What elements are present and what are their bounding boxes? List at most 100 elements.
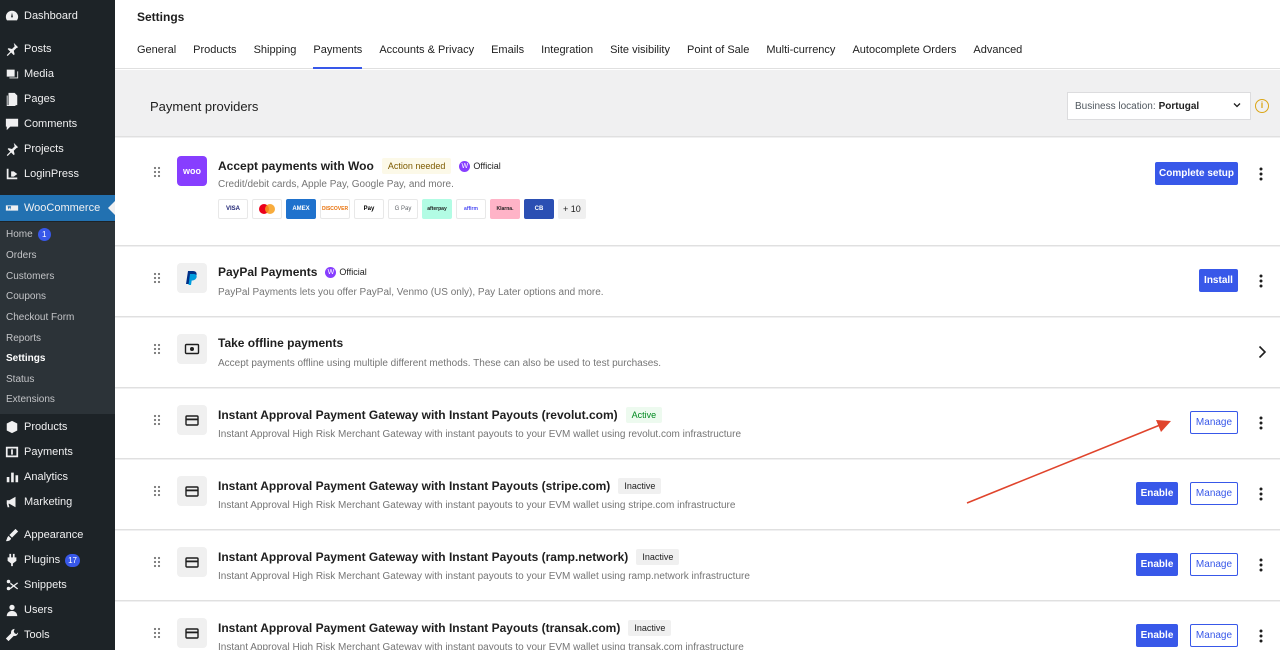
drag-handle-icon[interactable] [152, 166, 162, 178]
snippets-icon [5, 578, 19, 592]
tab-accounts-privacy[interactable]: Accounts & Privacy [379, 44, 474, 69]
credit-card-icon [177, 476, 207, 506]
tab-products[interactable]: Products [193, 44, 236, 69]
status-badge: Inactive [636, 549, 680, 565]
sidebar-item-dashboard[interactable]: Dashboard [0, 5, 115, 27]
providers-header: Payment providers Business location: Por… [115, 70, 1280, 137]
dashboard-icon [5, 9, 19, 23]
provider-row-offline[interactable]: Take offline payments Accept payments of… [115, 318, 1280, 388]
pin-icon [5, 42, 19, 56]
business-location-select[interactable]: Business location: Portugal [1067, 92, 1251, 120]
more-options-icon[interactable] [1256, 557, 1266, 573]
sidebar-item-label: Payments [24, 446, 73, 458]
submenu-item-customers[interactable]: Customers [6, 271, 54, 282]
sidebar-item-users[interactable]: Users [0, 599, 115, 621]
drag-handle-icon[interactable] [152, 272, 162, 284]
sidebar-item-woocommerce[interactable]: WooCommerce [0, 195, 115, 221]
section-title: Payment providers [150, 99, 259, 114]
sidebar-item-label: Users [24, 604, 53, 616]
sidebar-item-analytics[interactable]: Analytics [0, 466, 115, 488]
enable-button[interactable]: Enable [1136, 482, 1178, 505]
sidebar-item-posts[interactable]: Posts [0, 38, 115, 60]
visa-icon: VISA [218, 199, 248, 219]
users-icon [5, 603, 19, 617]
submenu-item-coupons[interactable]: Coupons [6, 291, 46, 302]
sidebar-item-label: Snippets [24, 579, 67, 591]
sidebar-item-tools[interactable]: Tools [0, 624, 115, 646]
provider-name-row: Instant Approval Payment Gateway with In… [218, 549, 680, 565]
tab-point-of-sale[interactable]: Point of Sale [687, 44, 749, 69]
install-button[interactable]: Install [1199, 269, 1238, 292]
tab-emails[interactable]: Emails [491, 44, 524, 69]
drag-handle-icon[interactable] [152, 414, 162, 426]
complete-setup-button[interactable]: Complete setup [1155, 162, 1238, 185]
tab-payments[interactable]: Payments [313, 44, 362, 69]
provider-row-stripe: Instant Approval Payment Gateway with In… [115, 460, 1280, 530]
submenu-item-extensions[interactable]: Extensions [6, 394, 55, 405]
sidebar-item-media[interactable]: Media [0, 63, 115, 85]
more-options-icon[interactable] [1256, 415, 1266, 431]
submenu-item-status[interactable]: Status [6, 374, 34, 385]
provider-description: Accept payments offline using multiple d… [218, 358, 662, 369]
provider-name: Instant Approval Payment Gateway with In… [218, 550, 629, 564]
sidebar-item-snippets[interactable]: Snippets [0, 574, 115, 596]
comments-icon [5, 117, 19, 131]
more-options-icon[interactable] [1256, 166, 1266, 182]
sidebar-item-appearance[interactable]: Appearance [0, 524, 115, 546]
manage-button[interactable]: Manage [1190, 624, 1238, 647]
provider-name: Accept payments with Woo [218, 159, 374, 173]
sidebar-item-label: Media [24, 68, 54, 80]
submenu-item-reports[interactable]: Reports [6, 333, 41, 344]
sidebar-item-loginpress[interactable]: LoginPress [0, 163, 115, 185]
drag-handle-icon[interactable] [152, 485, 162, 497]
settings-header: Settings General Products Shipping Payme… [115, 0, 1280, 69]
submenu-item-checkout-form[interactable]: Checkout Form [6, 312, 74, 323]
more-options-icon[interactable] [1256, 486, 1266, 502]
tab-autocomplete-orders[interactable]: Autocomplete Orders [852, 44, 956, 69]
provider-row-ramp-network: Instant Approval Payment Gateway with In… [115, 531, 1280, 601]
sidebar-item-comments[interactable]: Comments [0, 113, 115, 135]
more-options-icon[interactable] [1256, 628, 1266, 644]
woo-official-icon: W [325, 266, 337, 278]
sidebar-item-plugins[interactable]: Plugins 17 [0, 549, 115, 571]
manage-button[interactable]: Manage [1190, 553, 1238, 576]
sidebar-item-marketing[interactable]: Marketing [0, 491, 115, 513]
official-label: Official [473, 161, 501, 171]
sidebar-item-label: LoginPress [24, 168, 80, 180]
sidebar-item-projects[interactable]: Projects [0, 138, 115, 160]
sidebar-item-pages[interactable]: Pages [0, 88, 115, 110]
drag-handle-icon[interactable] [152, 627, 162, 639]
affirm-icon: affirm [456, 199, 486, 219]
enable-button[interactable]: Enable [1136, 553, 1178, 576]
woo-official-icon: W [459, 160, 471, 172]
enable-button[interactable]: Enable [1136, 624, 1178, 647]
count-badge: 17 [65, 553, 80, 567]
provider-description: Credit/debit cards, Apple Pay, Google Pa… [218, 179, 454, 190]
sidebar-item-label: Marketing [24, 496, 73, 508]
tab-advanced[interactable]: Advanced [973, 44, 1022, 69]
manage-button[interactable]: Manage [1190, 482, 1238, 505]
drag-handle-icon[interactable] [152, 343, 162, 355]
drag-handle-icon[interactable] [152, 556, 162, 568]
cartes-bancaires-icon: CB [524, 199, 554, 219]
location-label: Business location: [1075, 100, 1156, 112]
tab-site-visibility[interactable]: Site visibility [610, 44, 670, 69]
count-badge: 1 [37, 228, 51, 241]
submenu-item-orders[interactable]: Orders [6, 250, 37, 261]
sidebar-item-payments[interactable]: Payments [0, 441, 115, 463]
submenu-item-home[interactable]: Home 1 [6, 228, 51, 241]
manage-button[interactable]: Manage [1190, 411, 1238, 434]
sidebar-item-products[interactable]: Products [0, 416, 115, 438]
google-pay-icon: G Pay [388, 199, 418, 219]
submenu-item-settings[interactable]: Settings [6, 353, 45, 364]
tab-general[interactable]: General [137, 44, 176, 69]
provider-row-paypal: PayPal Payments W Official PayPal Payment… [115, 247, 1280, 317]
tab-shipping[interactable]: Shipping [254, 44, 297, 69]
tab-multi-currency[interactable]: Multi-currency [766, 44, 835, 69]
chevron-right-icon[interactable] [1257, 345, 1267, 359]
more-options-icon[interactable] [1256, 273, 1266, 289]
login-icon [5, 167, 19, 181]
tab-integration[interactable]: Integration [541, 44, 593, 69]
info-icon[interactable]: i [1255, 99, 1269, 113]
woo-icon [5, 201, 19, 215]
